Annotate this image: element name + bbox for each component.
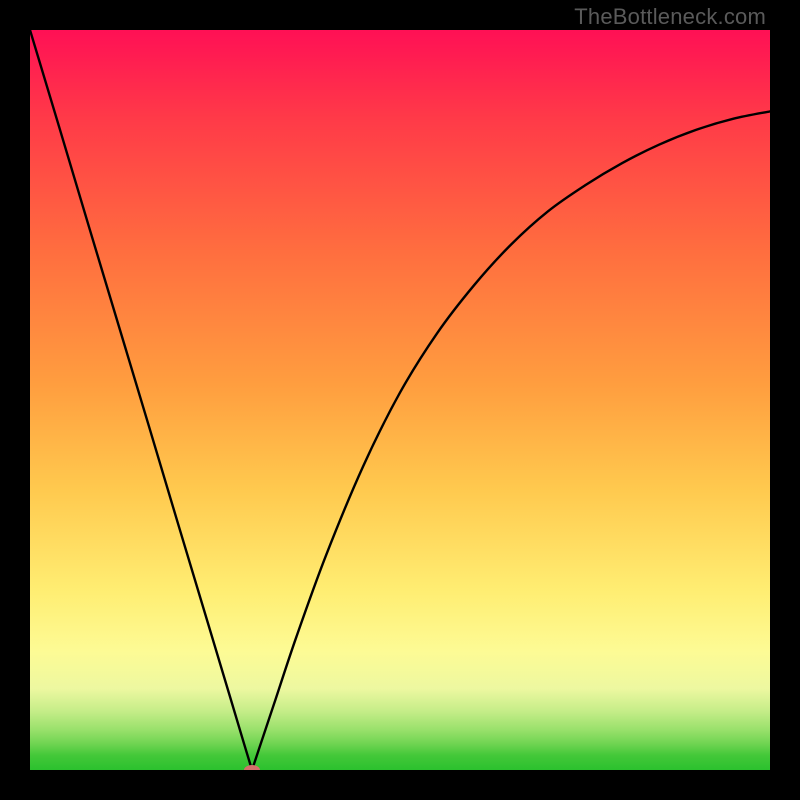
plot-area bbox=[30, 30, 770, 770]
watermark-text: TheBottleneck.com bbox=[574, 4, 766, 30]
chart-frame: TheBottleneck.com bbox=[0, 0, 800, 800]
bottleneck-chart bbox=[30, 30, 770, 770]
